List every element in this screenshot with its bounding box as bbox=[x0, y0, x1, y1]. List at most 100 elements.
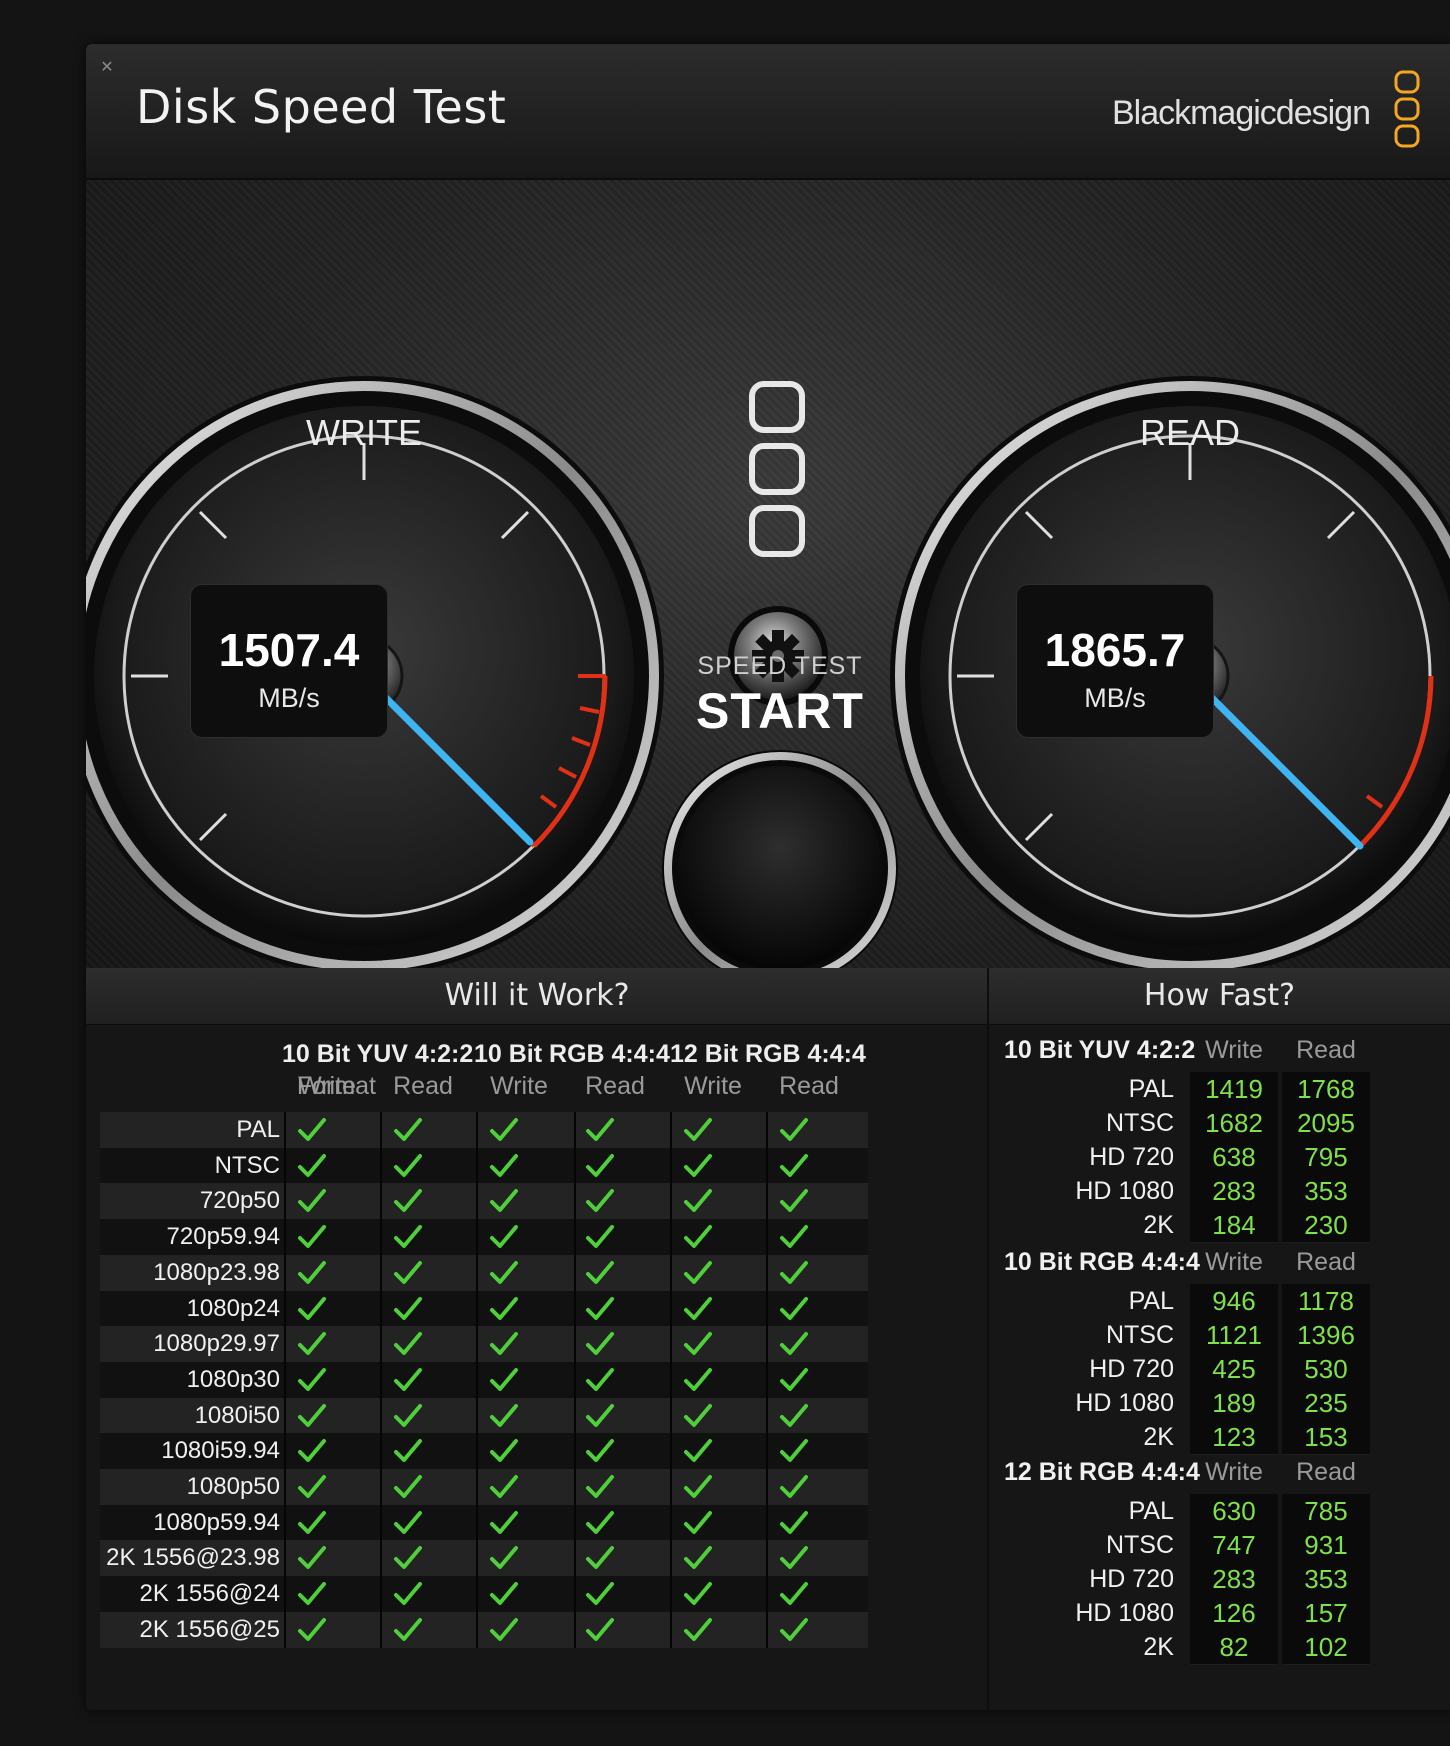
checkmark-icon bbox=[586, 1582, 614, 1606]
how-fast-write-value: 1121 bbox=[1190, 1318, 1278, 1353]
how-fast-row-label: PAL bbox=[1128, 1497, 1174, 1525]
checkmark-icon bbox=[780, 1367, 808, 1391]
checkmark-icon bbox=[684, 1225, 712, 1249]
format-row-label: 720p59.94 bbox=[166, 1223, 280, 1251]
checkmark-icon bbox=[684, 1118, 712, 1141]
checkmark-icon bbox=[490, 1332, 518, 1356]
checkmark-icon bbox=[586, 1189, 614, 1213]
col-header-read: Read bbox=[779, 1072, 839, 1100]
checkmark-icon bbox=[586, 1296, 614, 1320]
checkmark-icon bbox=[490, 1617, 518, 1641]
how-fast-read-header: Read bbox=[1296, 1248, 1356, 1276]
how-fast-write-value: 283 bbox=[1190, 1174, 1278, 1209]
format-row-label: 1080i50 bbox=[194, 1401, 280, 1429]
checkmark-icon bbox=[684, 1475, 712, 1498]
checkmark-icon bbox=[298, 1153, 326, 1177]
format-row-label: 1080p30 bbox=[186, 1365, 280, 1393]
checkmark-icon bbox=[298, 1403, 326, 1427]
read-speed-unit: MB/s bbox=[1084, 683, 1146, 713]
checkmark-icon bbox=[586, 1510, 614, 1534]
checkmark-icon bbox=[298, 1296, 326, 1320]
checkmark-icon bbox=[780, 1617, 808, 1641]
how-fast-row-label: NTSC bbox=[1105, 1531, 1174, 1559]
format-row: 1080p50 bbox=[100, 1469, 868, 1505]
format-row-label: 2K 1556@23.98 bbox=[106, 1544, 280, 1572]
write-speed-unit: MB/s bbox=[258, 683, 320, 713]
how-fast-read-value: 353 bbox=[1282, 1174, 1370, 1209]
checkmark-icon bbox=[298, 1475, 326, 1498]
how-fast-read-value: 1396 bbox=[1282, 1318, 1370, 1353]
how-fast-section-title: 10 Bit YUV 4:2:2 bbox=[1004, 1036, 1196, 1064]
col-header-write: Write bbox=[298, 1072, 356, 1100]
grid-column-separator bbox=[670, 1112, 672, 1648]
checkmark-icon bbox=[490, 1118, 518, 1141]
checkmark-icon bbox=[394, 1546, 422, 1570]
checkmark-icon bbox=[394, 1189, 422, 1213]
checkmark-icon bbox=[490, 1510, 518, 1534]
checkmark-icon bbox=[394, 1367, 422, 1391]
format-row: 2K 1556@25 bbox=[100, 1611, 868, 1648]
read-readout: 1865.7 MB/s bbox=[1016, 584, 1214, 738]
format-row: 1080p30 bbox=[100, 1361, 868, 1398]
how-fast-read-value: 230 bbox=[1282, 1208, 1370, 1243]
how-fast-write-value: 1682 bbox=[1190, 1106, 1278, 1141]
start-button-caption: SPEED TEST bbox=[697, 652, 863, 680]
format-header-rgb444-10: 10 Bit RGB 4:4:4 bbox=[474, 1040, 670, 1068]
checkmark-icon bbox=[298, 1367, 326, 1391]
how-fast-row-label: 2K bbox=[1143, 1423, 1174, 1451]
how-fast-write-value: 126 bbox=[1190, 1596, 1278, 1631]
checkmark-icon bbox=[684, 1367, 712, 1391]
checkmark-icon bbox=[394, 1403, 422, 1427]
checkmark-icon bbox=[586, 1439, 614, 1463]
format-row-label: 1080p23.98 bbox=[153, 1258, 280, 1286]
write-speed-value: 1507.4 bbox=[218, 624, 360, 676]
checkmark-icon bbox=[586, 1225, 614, 1249]
center-logo-icon bbox=[749, 381, 805, 557]
checkmark-icon bbox=[684, 1617, 712, 1641]
checkmark-icon bbox=[780, 1403, 808, 1427]
format-row-label: PAL bbox=[236, 1116, 280, 1143]
how-fast-write-value: 747 bbox=[1190, 1528, 1278, 1563]
checkmark-icon bbox=[684, 1189, 712, 1213]
checkmark-icon bbox=[298, 1439, 326, 1463]
checkmark-icon bbox=[780, 1260, 808, 1284]
checkmark-icon bbox=[490, 1439, 518, 1463]
checkmark-icon bbox=[780, 1225, 808, 1249]
how-fast-row-label: NTSC bbox=[1105, 1321, 1174, 1349]
checkmark-icon bbox=[684, 1153, 712, 1177]
checkmark-icon bbox=[684, 1582, 712, 1606]
how-fast-read-value: 1178 bbox=[1282, 1284, 1370, 1319]
how-fast-read-value: 235 bbox=[1282, 1386, 1370, 1421]
checkmark-icon bbox=[684, 1296, 712, 1320]
checkmark-icon bbox=[490, 1296, 518, 1320]
how-fast-row-label: HD 720 bbox=[1089, 1565, 1174, 1593]
how-fast-read-value: 157 bbox=[1282, 1596, 1370, 1631]
start-button[interactable]: SPEED TEST START bbox=[665, 572, 895, 802]
checkmark-icon bbox=[394, 1118, 422, 1141]
format-row: PAL bbox=[100, 1112, 868, 1148]
checkmark-icon bbox=[586, 1546, 614, 1570]
gauge-panel: WRITE READ 1507.4 MB/s 1865.7 MB/s SPEED… bbox=[86, 180, 1450, 986]
format-row-label: 2K 1556@25 bbox=[139, 1615, 280, 1643]
checkmark-icon bbox=[394, 1332, 422, 1356]
app-window: ✕ Disk Speed Test Blackmagicdesign WRITE… bbox=[86, 44, 1450, 1710]
settings-button[interactable] bbox=[638, 434, 748, 544]
checkmark-icon bbox=[780, 1582, 808, 1606]
format-row: 1080p23.98 bbox=[100, 1254, 868, 1291]
how-fast-write-value: 946 bbox=[1190, 1284, 1278, 1319]
col-header-read: Read bbox=[393, 1072, 453, 1100]
how-fast-write-value: 638 bbox=[1190, 1140, 1278, 1175]
checkmark-icon bbox=[298, 1510, 326, 1534]
how-fast-row-label: HD 1080 bbox=[1075, 1599, 1174, 1627]
format-header-yuv422: 10 Bit YUV 4:2:2 bbox=[282, 1040, 474, 1068]
how-fast-row-label: HD 720 bbox=[1089, 1355, 1174, 1383]
how-fast-write-value: 1419 bbox=[1190, 1072, 1278, 1107]
how-fast-write-header: Write bbox=[1205, 1248, 1263, 1276]
checkmark-icon bbox=[394, 1510, 422, 1534]
how-fast-write-value: 184 bbox=[1190, 1208, 1278, 1243]
format-row-label: 1080p59.94 bbox=[153, 1508, 280, 1536]
checkmark-icon bbox=[780, 1189, 808, 1213]
checkmark-icon bbox=[298, 1617, 326, 1641]
how-fast-write-header: Write bbox=[1205, 1036, 1263, 1064]
checkmark-icon bbox=[780, 1475, 808, 1498]
